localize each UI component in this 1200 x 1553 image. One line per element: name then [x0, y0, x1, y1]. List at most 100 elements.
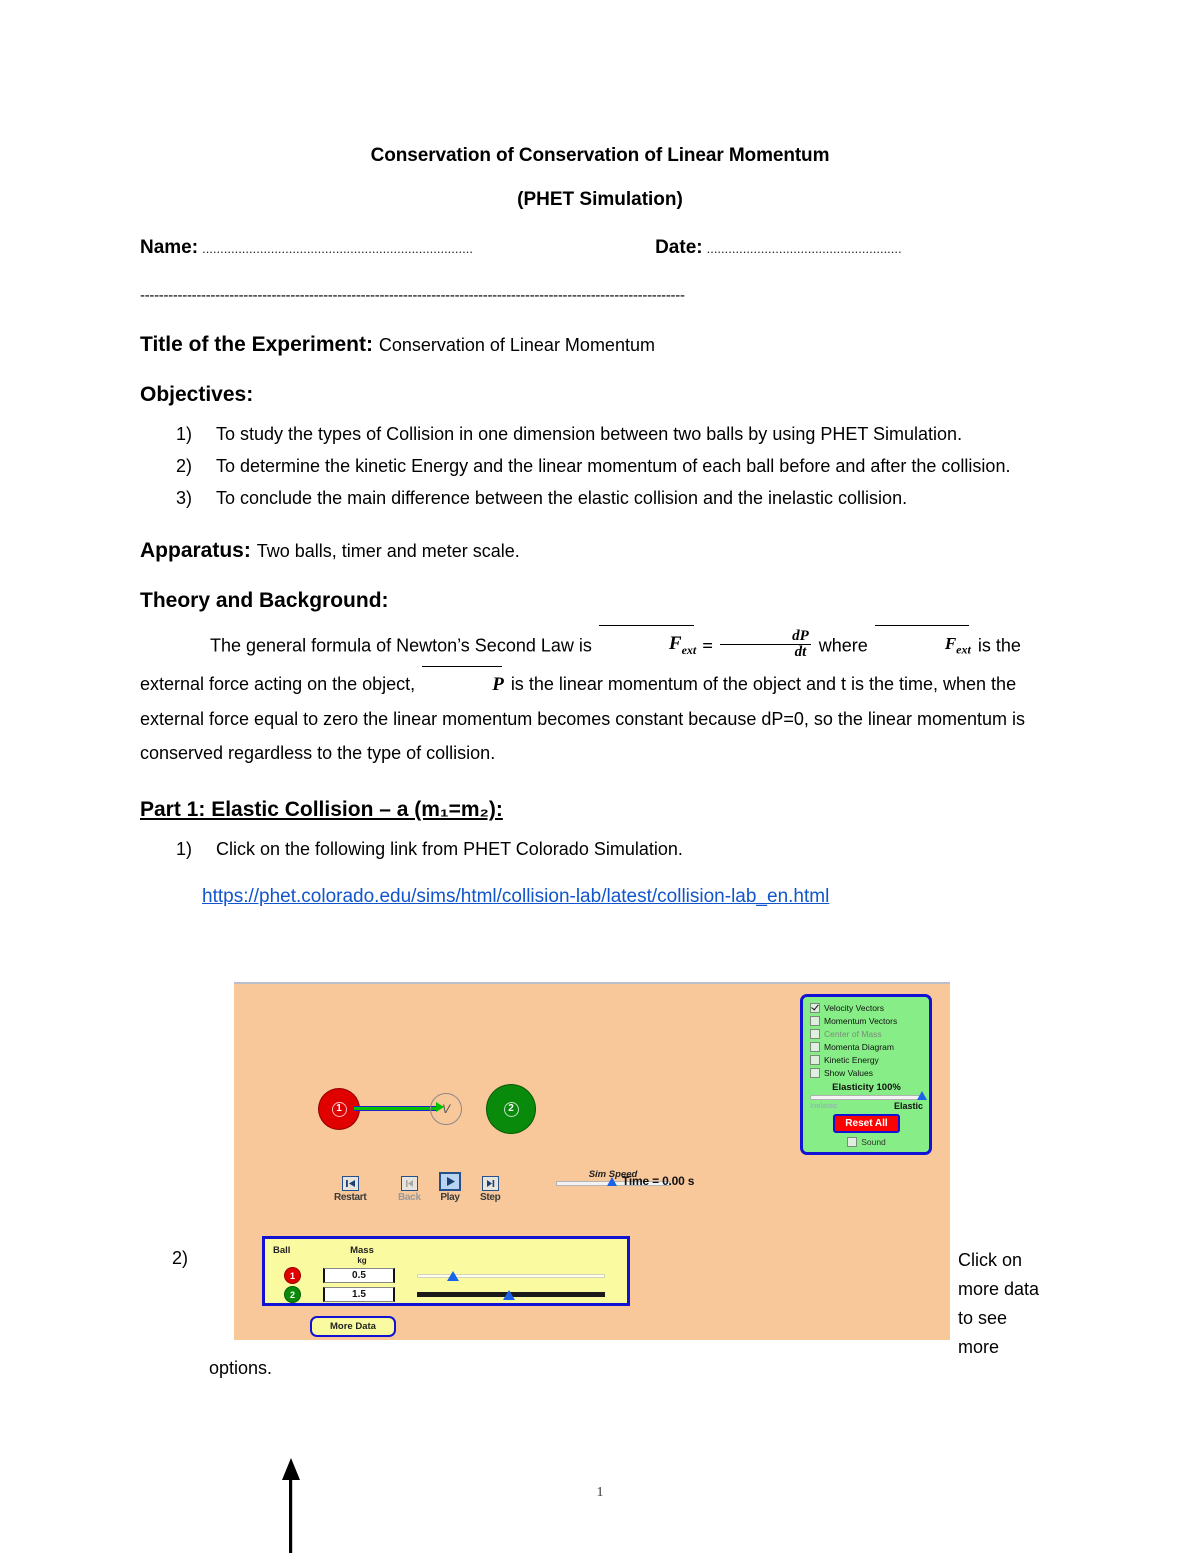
- mass-table-header: Ball Mass: [273, 1245, 619, 1256]
- restart-icon[interactable]: [341, 1176, 359, 1191]
- checkbox-momenta-diagram[interactable]: Momenta Diagram: [810, 1041, 923, 1053]
- restart-label: Restart: [334, 1192, 367, 1203]
- checkbox-icon[interactable]: [810, 1055, 820, 1065]
- checkbox-label: Kinetic Energy: [824, 1055, 879, 1065]
- checkbox-show-values[interactable]: Show Values: [810, 1067, 923, 1079]
- name-date-row: Name: ..................................…: [140, 237, 1060, 259]
- checkbox-label: Sound: [861, 1137, 886, 1147]
- step-2-annotation-tail: options.: [209, 1358, 273, 1378]
- checkbox-icon[interactable]: [810, 1029, 820, 1039]
- list-item: To study the types of Collision in one d…: [176, 419, 963, 449]
- date-field[interactable]: ........................................…: [707, 241, 972, 256]
- time-display: Time = 0.00 s: [622, 1174, 695, 1188]
- objectives-heading: Objectives:: [140, 383, 254, 406]
- play-icon[interactable]: [439, 1172, 461, 1191]
- ball-1-label: 1: [331, 1101, 347, 1117]
- mass-row-ball-1-badge: 1: [284, 1267, 301, 1284]
- step-2-annotation: Click on more data to see more: [958, 1246, 1068, 1362]
- checkbox-label: Momentum Vectors: [824, 1016, 898, 1026]
- page-subtitle: (PHET Simulation): [517, 189, 683, 210]
- mass-input-ball-2[interactable]: 1.5: [323, 1287, 395, 1302]
- restart-button[interactable]: Restart: [334, 1176, 367, 1203]
- up-arrow-annotation: [280, 1458, 304, 1553]
- checkbox-icon[interactable]: [810, 1042, 820, 1052]
- theory-heading: Theory and Background:: [140, 589, 389, 612]
- elasticity-slider[interactable]: [810, 1091, 927, 1100]
- simulation-canvas: 1 V 2 Velocity Vectors Momentum Vectors: [234, 984, 950, 1340]
- experiment-title-label: Title of the Experiment:: [140, 333, 373, 356]
- elasticity-slider-thumb[interactable]: [917, 1091, 927, 1100]
- formula-force-vector-2: Fext: [874, 625, 971, 666]
- formula-equals: =: [702, 635, 714, 657]
- column-header-ball: Ball: [273, 1245, 291, 1256]
- mass-slider-ball-1[interactable]: [417, 1270, 605, 1282]
- checkbox-label: Momenta Diagram: [824, 1042, 894, 1052]
- list-item: To determine the kinetic Energy and the …: [176, 451, 1011, 481]
- more-data-button[interactable]: More Data: [310, 1316, 396, 1337]
- step-button[interactable]: Step: [480, 1176, 501, 1203]
- name-label: Name:: [140, 237, 199, 258]
- mass-row-ball-2-badge: 2: [284, 1286, 301, 1303]
- play-button[interactable]: Play: [439, 1172, 461, 1203]
- checkbox-label: Center of Mass: [824, 1029, 882, 1039]
- document-page: Conservation of Conservation of Linear M…: [0, 0, 1200, 1553]
- apparatus-heading: Apparatus: Two balls, timer and meter sc…: [140, 539, 1060, 563]
- checkbox-momentum-vectors[interactable]: Momentum Vectors: [810, 1015, 923, 1027]
- annotation-line: more: [958, 1337, 1000, 1357]
- checkbox-center-of-mass[interactable]: Center of Mass: [810, 1028, 923, 1040]
- objectives-list: To study the types of Collision in one d…: [140, 419, 1060, 513]
- checkbox-kinetic-energy[interactable]: Kinetic Energy: [810, 1054, 923, 1066]
- checkbox-label: Velocity Vectors: [824, 1003, 885, 1013]
- checkbox-icon[interactable]: [810, 1068, 820, 1078]
- date-label: Date:: [655, 237, 703, 258]
- annotation-line: more data: [958, 1279, 1040, 1299]
- elasticity-label: Elasticity 100%: [832, 1082, 901, 1093]
- link-row: https://phet.colorado.edu/sims/html/coll…: [140, 886, 1060, 908]
- mass-panel: Ball Mass kg 1 0.5 2 1.5: [262, 1236, 630, 1306]
- step-label: Step: [480, 1192, 501, 1203]
- apparatus-value: Two balls, timer and meter scale.: [256, 541, 520, 561]
- elasticity-min-label: Inelastic: [810, 1101, 838, 1110]
- elasticity-slider-endpoints: Inelastic Elastic: [810, 1101, 923, 1111]
- reset-all-button[interactable]: Reset All: [833, 1114, 900, 1133]
- sim-speed-slider-thumb[interactable]: [607, 1177, 617, 1186]
- step-2-marker: 2): [172, 1248, 189, 1268]
- table-row: 2 1.5: [273, 1286, 619, 1303]
- list-item: Click on the following link from PHET Co…: [176, 834, 683, 864]
- horizontal-divider: ----------------------------------------…: [140, 287, 685, 304]
- document-content: Conservation of Conservation of Linear M…: [140, 0, 1060, 908]
- step-icon[interactable]: [481, 1176, 499, 1191]
- table-row: 1 0.5: [273, 1267, 619, 1284]
- theory-paragraph: The general formula of Newton’s Second L…: [140, 625, 1060, 770]
- back-icon[interactable]: [400, 1176, 418, 1191]
- ball-2[interactable]: 2: [486, 1084, 536, 1134]
- mass-input-ball-1[interactable]: 0.5: [323, 1268, 395, 1283]
- formula-momentum-vector: P: [422, 666, 504, 702]
- mass-slider-ball-2[interactable]: [417, 1289, 605, 1301]
- mass-slider-track: [417, 1273, 605, 1278]
- checkbox-label: Show Values: [824, 1068, 873, 1078]
- back-button[interactable]: Back: [398, 1176, 421, 1203]
- name-field[interactable]: ........................................…: [202, 241, 617, 256]
- part1-steps: Click on the following link from PHET Co…: [140, 834, 1060, 864]
- play-label: Play: [440, 1192, 460, 1203]
- checkbox-velocity-vectors[interactable]: Velocity Vectors: [810, 1002, 923, 1014]
- part1-heading: Part 1: Elastic Collision – a (m₁=m₂):: [140, 798, 503, 822]
- velocity-vector-handle[interactable]: V: [430, 1093, 462, 1125]
- checkbox-sound[interactable]: Sound: [810, 1137, 923, 1147]
- annotation-line: Click on: [958, 1250, 1023, 1270]
- elasticity-max-label: Elastic: [893, 1101, 923, 1111]
- experiment-title-value: Conservation of Linear Momentum: [378, 335, 655, 355]
- checkbox-icon[interactable]: [847, 1137, 858, 1147]
- mass-slider-thumb[interactable]: [503, 1289, 515, 1300]
- column-header-mass: Mass: [350, 1245, 374, 1256]
- phet-simulation-link[interactable]: https://phet.colorado.edu/sims/html/coll…: [202, 886, 829, 907]
- theory-text-2: where: [818, 635, 868, 656]
- checkbox-icon[interactable]: [810, 1003, 820, 1013]
- back-label: Back: [398, 1192, 421, 1203]
- page-title: Conservation of Conservation of Linear M…: [370, 145, 830, 166]
- ball-2-label: 2: [503, 1101, 519, 1117]
- apparatus-label: Apparatus:: [140, 539, 251, 562]
- mass-slider-thumb[interactable]: [447, 1270, 459, 1281]
- checkbox-icon[interactable]: [810, 1016, 820, 1026]
